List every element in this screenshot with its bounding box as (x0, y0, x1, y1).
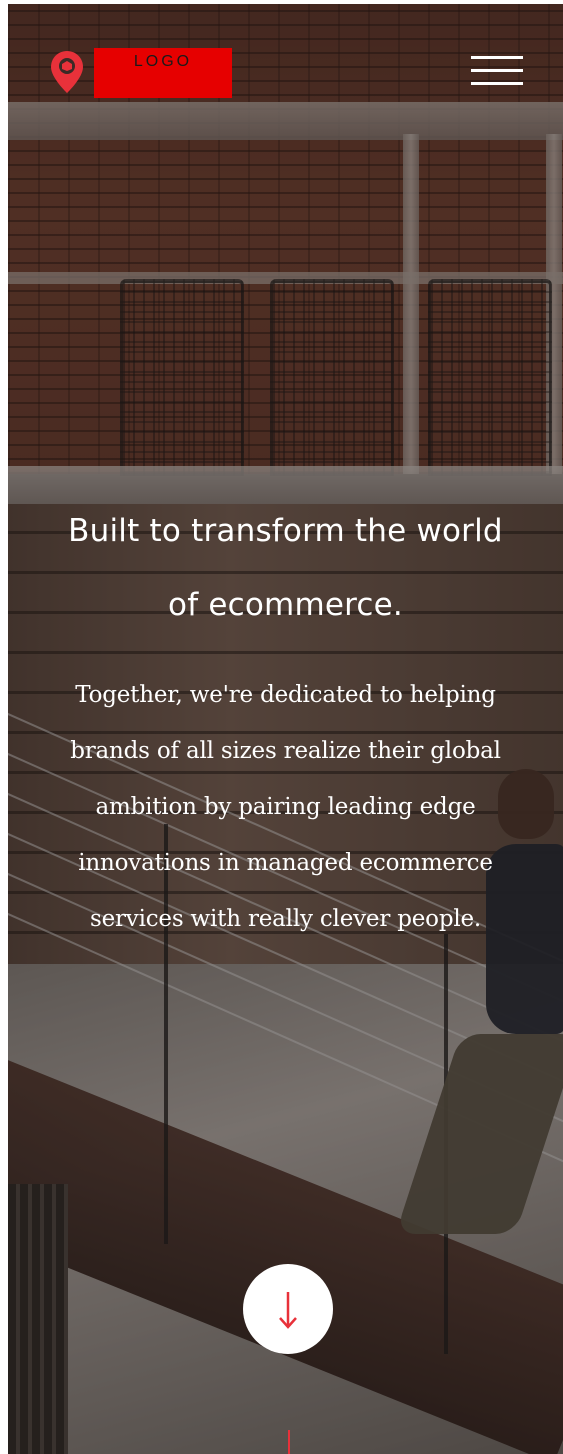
hero-title-line: of ecommerce. (168, 587, 403, 623)
scroll-down-button[interactable] (243, 1264, 333, 1354)
menu-bar (471, 82, 523, 85)
page: LOGO Built to transform the world of eco… (8, 4, 563, 1454)
menu-bar (471, 69, 523, 72)
hero-description: Together, we're dedicated to helping bra… (32, 667, 539, 947)
hero-title: Built to transform the world of ecommerc… (28, 494, 543, 642)
hero-text-line: innovations in managed ecommerce (78, 850, 493, 876)
menu-bar (471, 56, 523, 59)
arrow-down-icon (273, 1288, 303, 1332)
site-header: LOGO (8, 4, 563, 114)
logo[interactable]: LOGO (94, 48, 232, 98)
hero-text-line: Together, we're dedicated to helping (75, 682, 496, 708)
scroll-indicator-line (288, 1430, 290, 1454)
hero-text-line: ambition by pairing leading edge (95, 794, 476, 820)
hero-text-line: services with really clever people. (89, 906, 482, 932)
hero-text-line: brands of all sizes realize their global (70, 738, 501, 764)
hamburger-menu-icon[interactable] (469, 50, 525, 90)
map-pin-icon (50, 50, 84, 94)
hero-title-line: Built to transform the world (68, 513, 503, 549)
